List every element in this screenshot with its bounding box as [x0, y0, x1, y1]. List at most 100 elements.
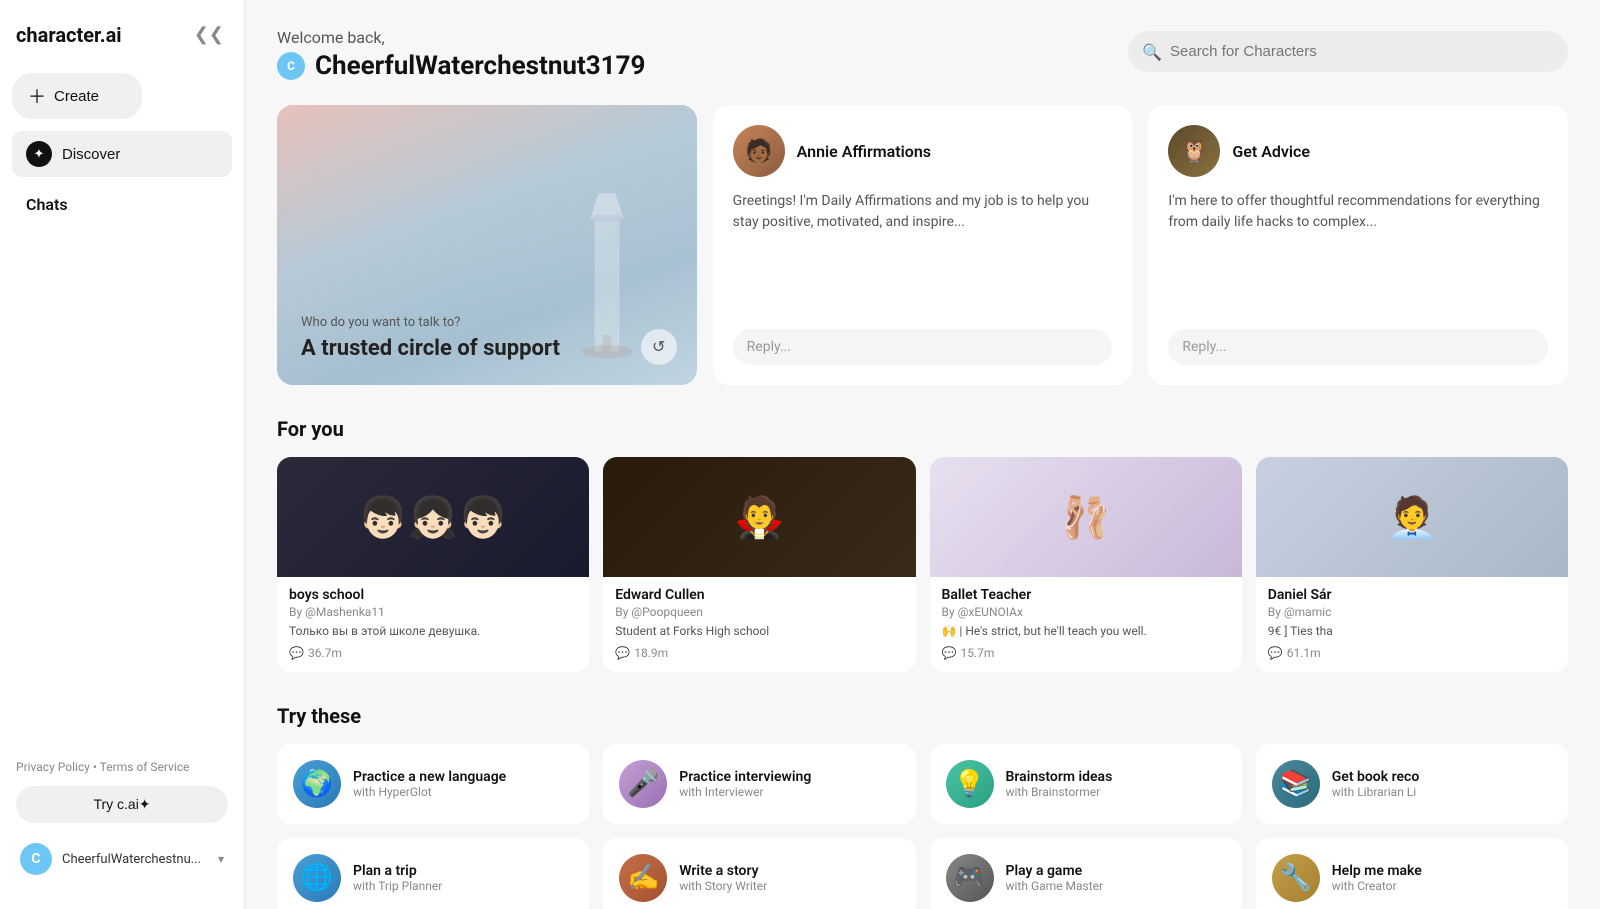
try-card-brainstorm[interactable]: 💡 Brainstorm ideas with Brainstormer: [930, 744, 1242, 824]
create-button[interactable]: ＋ Create: [12, 73, 142, 119]
char-stats-edward: 💬 18.9m: [615, 646, 903, 660]
for-you-title: For you: [277, 417, 1568, 441]
hero-subtitle: Who do you want to talk to?: [301, 315, 673, 330]
char-img-daniel: 🧑‍💼: [1256, 457, 1568, 577]
advice-avatar: 🦉: [1168, 125, 1220, 177]
char-name-boys: boys school: [289, 587, 577, 603]
advice-reply-input[interactable]: Reply...: [1168, 329, 1548, 365]
try-these-title: Try these: [277, 704, 1568, 728]
user-profile[interactable]: C CheerfulWaterchestnu... ▾: [16, 835, 228, 883]
librarian-title: Get book reco: [1332, 769, 1420, 785]
char-by-daniel: By @mamic: [1268, 605, 1556, 619]
hero-card[interactable]: Who do you want to talk to? A trusted ci…: [277, 105, 697, 385]
welcome-section: Welcome back, C CheerfulWaterchestnut317…: [277, 28, 1568, 81]
char-img-ballet: 🩰: [930, 457, 1242, 577]
make-title: Help me make: [1332, 863, 1422, 879]
interview-sub: with Interviewer: [679, 785, 811, 799]
try-card-librarian[interactable]: 📚 Get book reco with Librarian Li: [1256, 744, 1568, 824]
annie-reply-input[interactable]: Reply...: [733, 329, 1113, 365]
try-card-trip[interactable]: 🌐 Plan a trip with Trip Planner: [277, 838, 589, 909]
featured-section: Who do you want to talk to? A trusted ci…: [277, 105, 1568, 385]
interview-icon: 🎤: [619, 760, 667, 808]
privacy-link[interactable]: Privacy Policy: [16, 760, 90, 774]
interview-title: Practice interviewing: [679, 769, 811, 785]
language-icon: 🌍: [293, 760, 341, 808]
language-sub: with HyperGlot: [353, 785, 506, 799]
char-img-boys: 👦🏻👧🏻👦🏻: [277, 457, 589, 577]
language-title: Practice a new language: [353, 769, 506, 785]
annie-card-header: 🧑🏾 Annie Affirmations: [733, 125, 1113, 177]
char-stats-ballet: 💬 15.7m: [942, 646, 1230, 660]
sidebar-footer: Privacy Policy • Terms of Service Try c.…: [12, 750, 232, 893]
char-desc-boys: Только вы в этой школе девушка.: [289, 623, 577, 640]
search-bar: 🔍: [1128, 31, 1568, 72]
chats-label[interactable]: Chats: [12, 185, 232, 224]
story-title: Write a story: [679, 863, 767, 879]
search-input[interactable]: [1128, 31, 1568, 72]
main-content: Welcome back, C CheerfulWaterchestnut317…: [245, 0, 1600, 909]
advice-name: Get Advice: [1232, 142, 1310, 161]
char-stats-daniel: 💬 61.1m: [1268, 646, 1556, 660]
discover-button[interactable]: ✦ Discover: [12, 131, 232, 177]
story-icon: ✍️: [619, 854, 667, 902]
char-img-edward: 🧛: [603, 457, 915, 577]
trip-sub: with Trip Planner: [353, 879, 442, 893]
char-card-boys-school[interactable]: 👦🏻👧🏻👦🏻 boys school By @Mashenka11 Только…: [277, 457, 589, 672]
char-by-edward: By @Poopqueen: [615, 605, 903, 619]
for-you-cards: 👦🏻👧🏻👦🏻 boys school By @Mashenka11 Только…: [277, 457, 1568, 672]
annie-card[interactable]: 🧑🏾 Annie Affirmations Greetings! I'm Dai…: [713, 105, 1133, 385]
try-these-section: Try these 🌍 Practice a new language with…: [277, 704, 1568, 909]
char-name-daniel: Daniel Sár: [1268, 587, 1556, 603]
hero-title: A trusted circle of support: [301, 336, 673, 361]
make-icon: 🔧: [1272, 854, 1320, 902]
char-desc-edward: Student at Forks High school: [615, 623, 903, 640]
char-name-ballet: Ballet Teacher: [942, 587, 1230, 603]
try-card-game[interactable]: 🎮 Play a game with Game Master: [930, 838, 1242, 909]
collapse-button[interactable]: ❮❮: [190, 20, 228, 49]
try-plus-button[interactable]: Try c.ai✦: [16, 786, 228, 823]
user-avatar-circle: C: [277, 52, 305, 80]
game-title: Play a game: [1006, 863, 1104, 879]
char-desc-daniel: 9€ ] Ties tha: [1268, 623, 1556, 640]
sidebar: character.ai ❮❮ ＋ Create ✦ Discover Chat…: [0, 0, 245, 909]
advice-card-header: 🦉 Get Advice: [1168, 125, 1548, 177]
user-avatar: C: [20, 843, 52, 875]
advice-card[interactable]: 🦉 Get Advice I'm here to offer thoughtfu…: [1148, 105, 1568, 385]
user-name: CheerfulWaterchestnu...: [62, 852, 208, 867]
librarian-sub: with Librarian Li: [1332, 785, 1420, 799]
plus-icon: ＋: [28, 83, 46, 109]
char-card-edward[interactable]: 🧛 Edward Cullen By @Poopqueen Student at…: [603, 457, 915, 672]
annie-avatar: 🧑🏾: [733, 125, 785, 177]
char-stats-boys: 💬 36.7m: [289, 646, 577, 660]
refresh-button[interactable]: ↺: [641, 329, 677, 365]
librarian-icon: 📚: [1272, 760, 1320, 808]
annie-description: Greetings! I'm Daily Affirmations and my…: [733, 191, 1113, 315]
terms-link[interactable]: Terms of Service: [100, 760, 190, 774]
trip-icon: 🌐: [293, 854, 341, 902]
for-you-section: For you 👦🏻👧🏻👦🏻 boys school By @Mashenka1…: [277, 417, 1568, 672]
brainstorm-sub: with Brainstormer: [1006, 785, 1113, 799]
brainstorm-title: Brainstorm ideas: [1006, 769, 1113, 785]
char-name-edward: Edward Cullen: [615, 587, 903, 603]
try-card-story[interactable]: ✍️ Write a story with Story Writer: [603, 838, 915, 909]
game-sub: with Game Master: [1006, 879, 1104, 893]
footer-links: Privacy Policy • Terms of Service: [16, 760, 228, 774]
char-by-boys: By @Mashenka11: [289, 605, 577, 619]
advice-description: I'm here to offer thoughtful recommendat…: [1168, 191, 1548, 315]
try-card-interview[interactable]: 🎤 Practice interviewing with Interviewer: [603, 744, 915, 824]
chevron-down-icon: ▾: [218, 852, 224, 866]
try-card-make[interactable]: 🔧 Help me make with Creator: [1256, 838, 1568, 909]
char-card-daniel[interactable]: 🧑‍💼 Daniel Sár By @mamic 9€ ] Ties tha 💬…: [1256, 457, 1568, 672]
make-sub: with Creator: [1332, 879, 1422, 893]
search-icon: 🔍: [1142, 42, 1162, 61]
trip-title: Plan a trip: [353, 863, 442, 879]
try-these-grid: 🌍 Practice a new language with HyperGlot…: [277, 744, 1568, 909]
brainstorm-icon: 💡: [946, 760, 994, 808]
sidebar-header: character.ai ❮❮: [12, 16, 232, 53]
username-display: CheerfulWaterchestnut3179: [315, 51, 645, 81]
try-card-language[interactable]: 🌍 Practice a new language with HyperGlot: [277, 744, 589, 824]
char-desc-ballet: 🙌 | He's strict, but he'll teach you wel…: [942, 623, 1230, 640]
char-card-ballet[interactable]: 🩰 Ballet Teacher By @xEUNOIAx 🙌 | He's s…: [930, 457, 1242, 672]
game-icon: 🎮: [946, 854, 994, 902]
annie-name: Annie Affirmations: [797, 142, 931, 161]
